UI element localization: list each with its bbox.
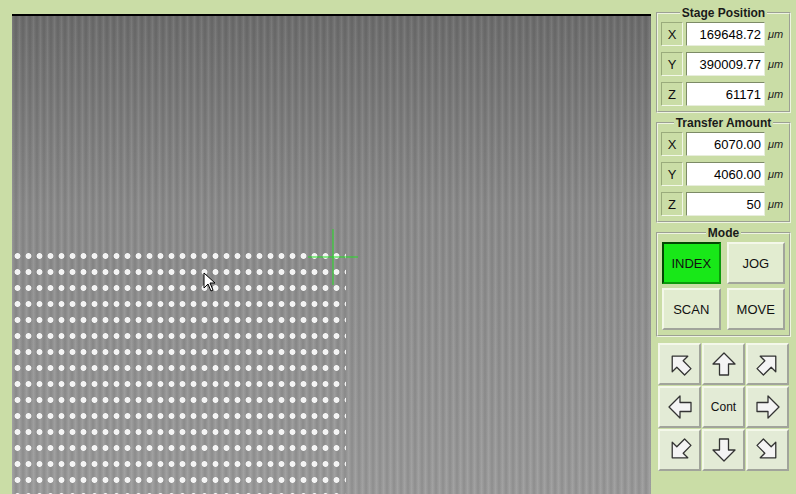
unit-label: μm — [768, 88, 786, 100]
group-title: Stage Position — [680, 6, 767, 20]
unit-label: μm — [768, 198, 786, 210]
value-field[interactable]: 61171 — [686, 82, 765, 106]
axis-label: Y — [661, 52, 683, 76]
unit-label: μm — [768, 168, 786, 180]
axis-row: X6070.00μm — [661, 132, 786, 156]
axis-row: Z61171μm — [661, 82, 786, 106]
axis-label: X — [661, 22, 683, 46]
value-field[interactable]: 169648.72 — [686, 22, 765, 46]
unit-label: μm — [768, 138, 786, 150]
value-group: Stage PositionX169648.72μmY390009.77μmZ6… — [656, 6, 791, 113]
axis-label: Y — [661, 162, 683, 186]
down-right-arrow-icon — [748, 430, 788, 470]
value-field[interactable]: 6070.00 — [686, 132, 765, 156]
mode-button[interactable]: INDEX — [662, 242, 721, 284]
mode-button[interactable]: MOVE — [727, 288, 786, 330]
down-button[interactable] — [702, 429, 745, 471]
axis-row: Z50μm — [661, 192, 786, 216]
unit-label: μm — [768, 58, 786, 70]
down-arrow-icon — [710, 436, 738, 464]
axis-row: X169648.72μm — [661, 22, 786, 46]
left-button[interactable] — [658, 386, 701, 428]
right-button[interactable] — [746, 386, 789, 428]
up-left-arrow-icon — [660, 344, 700, 384]
axis-label: X — [661, 132, 683, 156]
up-left-button[interactable] — [658, 343, 701, 385]
sample-pattern — [12, 248, 346, 494]
unit-label: μm — [768, 28, 786, 40]
axis-row: Y4060.00μm — [661, 162, 786, 186]
down-left-arrow-icon — [660, 430, 700, 470]
up-button[interactable] — [702, 343, 745, 385]
cont-button[interactable]: Cont — [702, 386, 745, 428]
jog-pad: Cont — [656, 343, 791, 471]
axis-row: Y390009.77μm — [661, 52, 786, 76]
left-arrow-icon — [666, 393, 694, 421]
camera-view — [12, 14, 651, 494]
mode-button[interactable]: JOG — [727, 242, 786, 284]
right-arrow-icon — [754, 393, 782, 421]
value-field[interactable]: 50 — [686, 192, 765, 216]
value-group: Transfer AmountX6070.00μmY4060.00μmZ50μm — [656, 116, 791, 223]
axis-label: Z — [661, 82, 683, 106]
up-arrow-icon — [710, 350, 738, 378]
up-right-arrow-icon — [748, 344, 788, 384]
down-left-button[interactable] — [658, 429, 701, 471]
value-field[interactable]: 4060.00 — [686, 162, 765, 186]
group-title: Mode — [706, 226, 741, 240]
up-right-button[interactable] — [746, 343, 789, 385]
mode-group: Mode INDEXJOGSCANMOVE — [656, 226, 791, 337]
mode-button[interactable]: SCAN — [662, 288, 721, 330]
group-title: Transfer Amount — [674, 116, 774, 130]
value-field[interactable]: 390009.77 — [686, 52, 765, 76]
control-panel: Stage PositionX169648.72μmY390009.77μmZ6… — [651, 0, 796, 494]
crosshair-icon — [308, 229, 358, 285]
mouse-cursor-icon — [203, 272, 217, 292]
stage-control-window: Stage PositionX169648.72μmY390009.77μmZ6… — [0, 0, 796, 494]
down-right-button[interactable] — [746, 429, 789, 471]
axis-label: Z — [661, 192, 683, 216]
